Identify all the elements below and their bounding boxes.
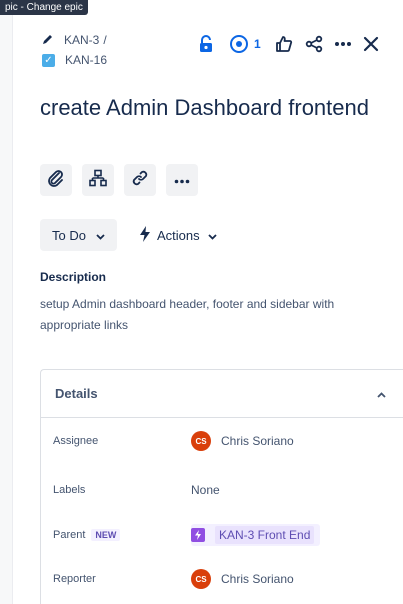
like-icon[interactable] [274,35,294,53]
status-row: To Do Actions [40,219,217,251]
new-badge: NEW [91,529,121,541]
tooltip: pic - Change epic [0,0,88,15]
breadcrumb-issue-key[interactable]: KAN-16 [65,53,107,67]
pencil-icon [42,33,56,48]
status-dropdown[interactable]: To Do [40,219,117,251]
breadcrumb-separator: / [103,33,107,47]
description-heading: Description [40,270,107,284]
parent-label-wrap: Parent NEW [53,529,191,541]
breadcrumb-parent[interactable]: KAN-3 / [42,30,107,50]
details-panel: Details Assignee CS Chris Soriano Labels… [40,369,403,604]
reporter-value[interactable]: Chris Soriano [221,572,294,586]
paperclip-icon [47,169,65,192]
actions-dropdown[interactable]: Actions [139,225,217,245]
breadcrumb-parent-key[interactable]: KAN-3 [64,33,99,47]
link-issue-button[interactable] [124,164,156,196]
more-icon[interactable] [333,41,353,47]
actions-label: Actions [156,227,200,243]
details-header[interactable]: Details [41,370,403,418]
chevron-up-icon[interactable] [377,385,389,403]
child-issues-button[interactable] [82,164,114,196]
parent-chip[interactable]: KAN-3 Front End [191,524,321,546]
issue-actions-bar: 1 [196,32,381,56]
details-title: Details [55,386,98,401]
chevron-down-icon [207,228,217,243]
hierarchy-icon [89,169,107,192]
share-icon[interactable] [304,35,324,53]
parent-value[interactable]: KAN-3 Front End [215,526,315,544]
watch-count[interactable]: 1 [254,37,261,51]
description-text[interactable]: setup Admin dashboard header, footer and… [40,294,395,336]
avatar[interactable]: CS [191,569,211,589]
parent-field: Parent NEW KAN-3 Front End [53,523,321,547]
parent-label: Parent [53,529,86,541]
link-icon [131,169,149,192]
close-icon[interactable] [361,36,381,52]
chevron-down-icon [96,228,105,243]
status-label: To Do [52,227,86,243]
reporter-label: Reporter [53,573,96,585]
lightning-icon [139,225,151,245]
reporter-field: Reporter CS Chris Soriano [53,567,294,591]
assignee-label: Assignee [53,435,99,447]
issue-toolbar [40,164,208,196]
breadcrumb-issue[interactable]: ✓ KAN-16 [42,50,107,70]
breadcrumb: KAN-3 / ✓ KAN-16 [42,30,107,70]
labels-value[interactable]: None [191,483,220,497]
left-rail [0,15,13,604]
attach-button[interactable] [40,164,72,196]
task-icon: ✓ [42,53,55,67]
issue-title[interactable]: create Admin Dashboard frontend [40,95,380,121]
labels-field: Labels None [53,478,220,502]
more-icon [174,171,190,189]
more-tools-button[interactable] [166,164,198,196]
watch-icon[interactable] [228,34,250,54]
avatar[interactable]: CS [191,431,211,451]
lock-icon[interactable] [196,35,216,53]
epic-icon [191,528,205,542]
assignee-field: Assignee CS Chris Soriano [53,429,294,453]
labels-label: Labels [53,484,86,496]
assignee-value[interactable]: Chris Soriano [221,434,294,448]
